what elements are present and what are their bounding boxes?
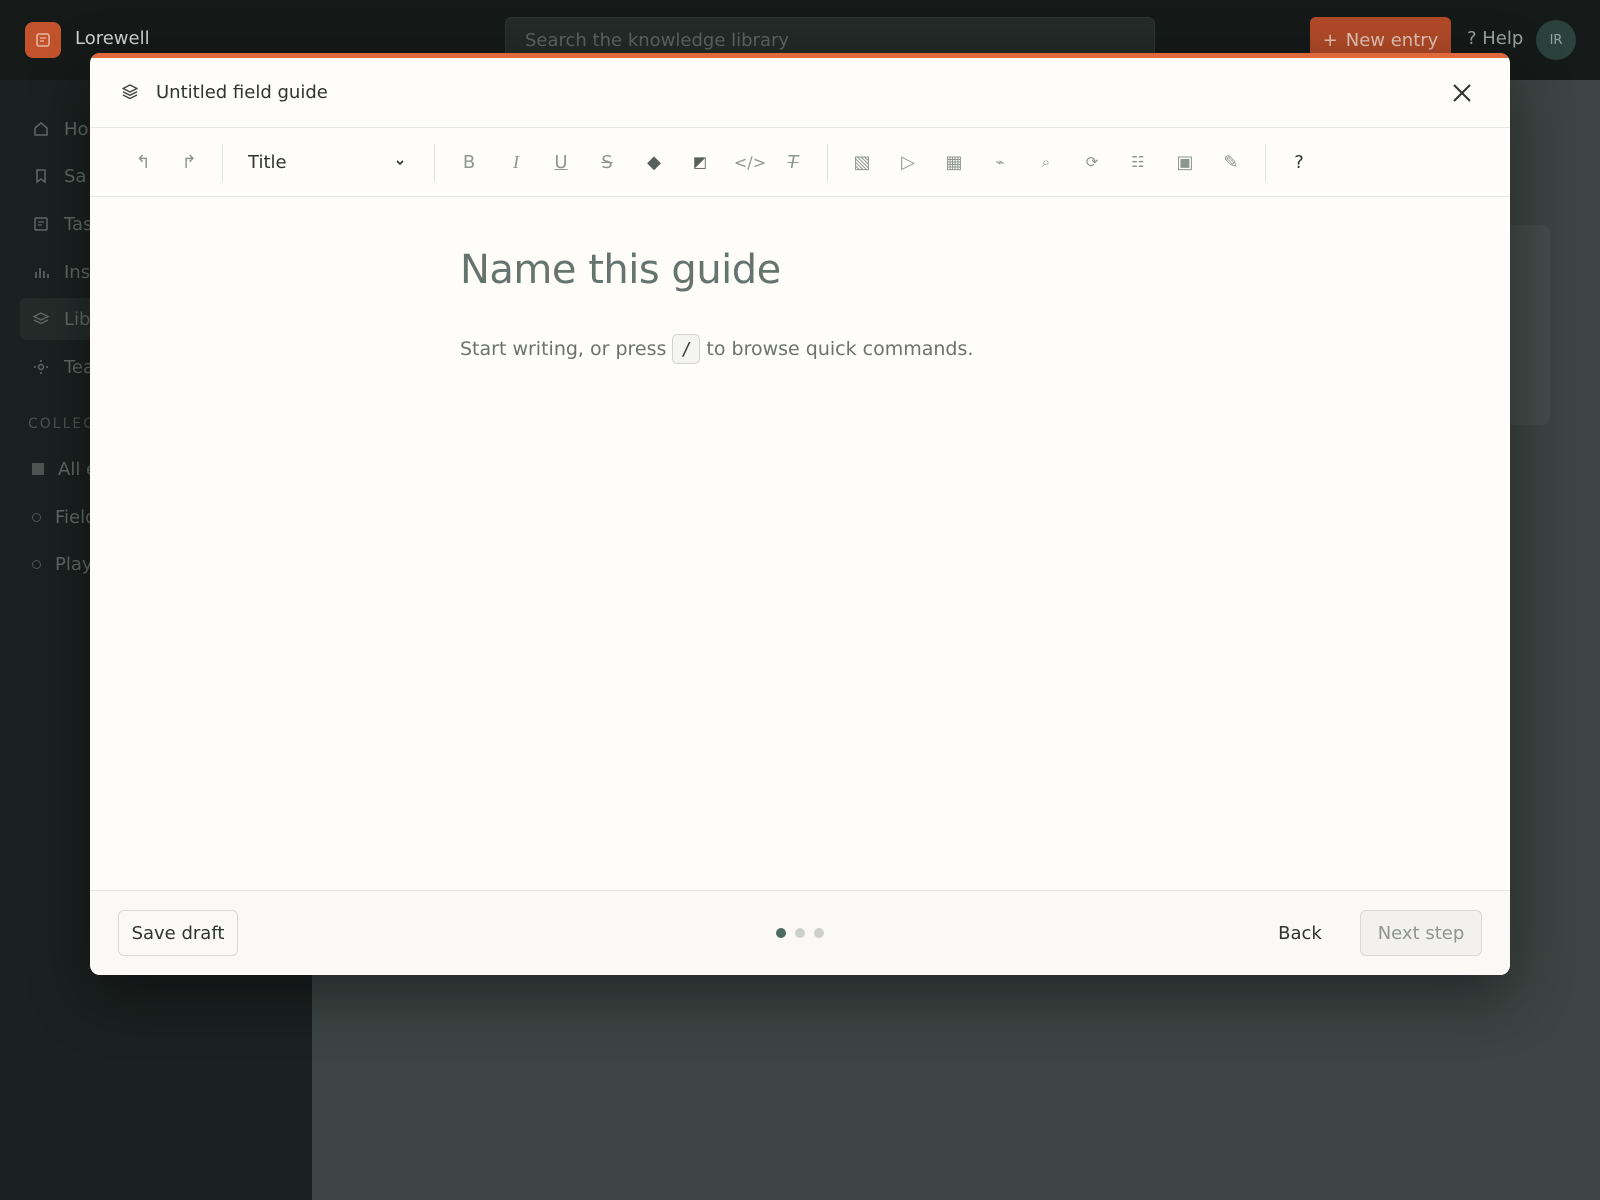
save-draft-button[interactable]: Save draft (118, 910, 238, 956)
step-dot-current (776, 928, 786, 938)
team-icon (34, 360, 48, 374)
insert-table-button[interactable]: ▦ (934, 140, 974, 184)
link-icon: ⌁ (995, 153, 1005, 171)
embed-button[interactable]: ▣ (1165, 140, 1205, 184)
image-icon: ▧ (853, 151, 871, 173)
next-step-button[interactable]: Next step (1360, 910, 1482, 956)
strikethrough-icon: S (601, 151, 613, 173)
field-guide-modal: Untitled field guide ↰ ↱ Title B I U S ◆… (90, 53, 1510, 975)
editor-toolbar: ↰ ↱ Title B I U S ◆ ◩ </> T ▧ ▷ ▦ ⌁ ⌕ ⟳ … (90, 128, 1510, 197)
code-button[interactable]: </> (727, 140, 773, 184)
loop-icon: ⟳ (1085, 153, 1099, 171)
toolbar-divider (222, 144, 223, 182)
plus-icon: + (1322, 29, 1338, 51)
draw-button[interactable]: ✎ (1211, 140, 1251, 184)
bookmark-icon (36, 169, 46, 184)
circle-icon (32, 559, 41, 569)
redo-button[interactable]: ↱ (169, 140, 209, 184)
pen-icon: ✎ (1223, 151, 1239, 173)
italic-button[interactable]: I (496, 140, 536, 184)
clear-format-button[interactable]: T (773, 140, 813, 184)
circle-icon (32, 512, 41, 522)
list-button[interactable]: ☷ (1118, 140, 1158, 184)
layers-icon (32, 312, 50, 325)
help-link[interactable]: ? Help (1467, 28, 1523, 49)
app-logo-icon[interactable] (25, 22, 61, 58)
toolbar-divider (1265, 144, 1266, 182)
insert-image-button[interactable]: ▧ (842, 140, 882, 184)
hint-text-before: Start writing, or press (460, 338, 667, 360)
square-icon (32, 463, 44, 475)
app-name: Lorewell (75, 28, 150, 49)
guide-title-placeholder[interactable]: Name this guide (460, 247, 781, 293)
bold-button[interactable]: B (449, 140, 489, 184)
bold-icon: B (462, 151, 476, 173)
underline-icon: U (554, 151, 568, 173)
sidebar-item-label: Ins (64, 261, 91, 283)
close-button[interactable] (1443, 74, 1481, 112)
list-icon: ☷ (1131, 153, 1145, 171)
search-icon: ⌕ (1041, 153, 1051, 171)
hint-text-after: to browse quick commands. (706, 338, 974, 360)
text-style-select[interactable]: Title (242, 140, 412, 184)
play-icon: ▷ (901, 151, 915, 173)
sidebar-item-label: Sa (64, 165, 87, 187)
back-button[interactable]: Back (1265, 910, 1335, 956)
step-indicator (776, 928, 824, 938)
text-color-icon: ◩ (692, 153, 708, 171)
editor-hint: Start writing, or press / to browse quic… (460, 334, 973, 364)
modal-footer: Save draft Back Next step (90, 890, 1510, 975)
toolbar-divider (827, 144, 828, 182)
italic-icon: I (513, 151, 519, 172)
toolbar-divider (434, 144, 435, 182)
code-icon: </> (733, 152, 767, 172)
tasks-icon (34, 217, 48, 231)
find-button[interactable]: ⌕ (1026, 140, 1066, 184)
editor-help-button[interactable]: ? (1279, 140, 1319, 184)
chevron-down-icon (396, 160, 404, 166)
underline-button[interactable]: U (541, 140, 581, 184)
chart-icon (35, 268, 49, 278)
insert-link-button[interactable]: ⌁ (980, 140, 1020, 184)
sidebar-item-label: Tas (64, 213, 93, 235)
modal-title: Untitled field guide (156, 82, 328, 103)
sidebar-item-label: Ho (64, 118, 89, 140)
collections-heading: COLLEC (28, 416, 96, 432)
undo-icon: ↰ (135, 151, 151, 173)
editor-body[interactable]: Name this guide Start writing, or press … (90, 197, 1510, 893)
slash-key-badge: / (672, 334, 701, 364)
clear-format-icon: T (787, 151, 799, 173)
new-entry-label: New entry (1345, 29, 1439, 51)
modal-header: Untitled field guide (90, 58, 1510, 128)
close-icon (1453, 84, 1471, 102)
text-color-button[interactable]: ◩ (680, 140, 720, 184)
step-dot (814, 928, 824, 938)
table-icon: ▦ (945, 151, 963, 173)
strikethrough-button[interactable]: S (587, 140, 627, 184)
question-icon: ? (1294, 151, 1304, 173)
text-style-value: Title (248, 151, 287, 173)
insert-video-button[interactable]: ▷ (888, 140, 928, 184)
sync-button[interactable]: ⟳ (1072, 140, 1112, 184)
highlight-icon: ◆ (647, 151, 661, 173)
sidebar-item-label: Lib (64, 308, 91, 330)
redo-icon: ↱ (181, 151, 197, 173)
highlight-button[interactable]: ◆ (634, 140, 674, 184)
undo-button[interactable]: ↰ (123, 140, 163, 184)
step-dot (795, 928, 805, 938)
home-icon (34, 122, 48, 136)
user-avatar[interactable]: IR (1536, 20, 1576, 60)
embed-icon: ▣ (1176, 151, 1194, 173)
layers-icon (122, 84, 138, 100)
